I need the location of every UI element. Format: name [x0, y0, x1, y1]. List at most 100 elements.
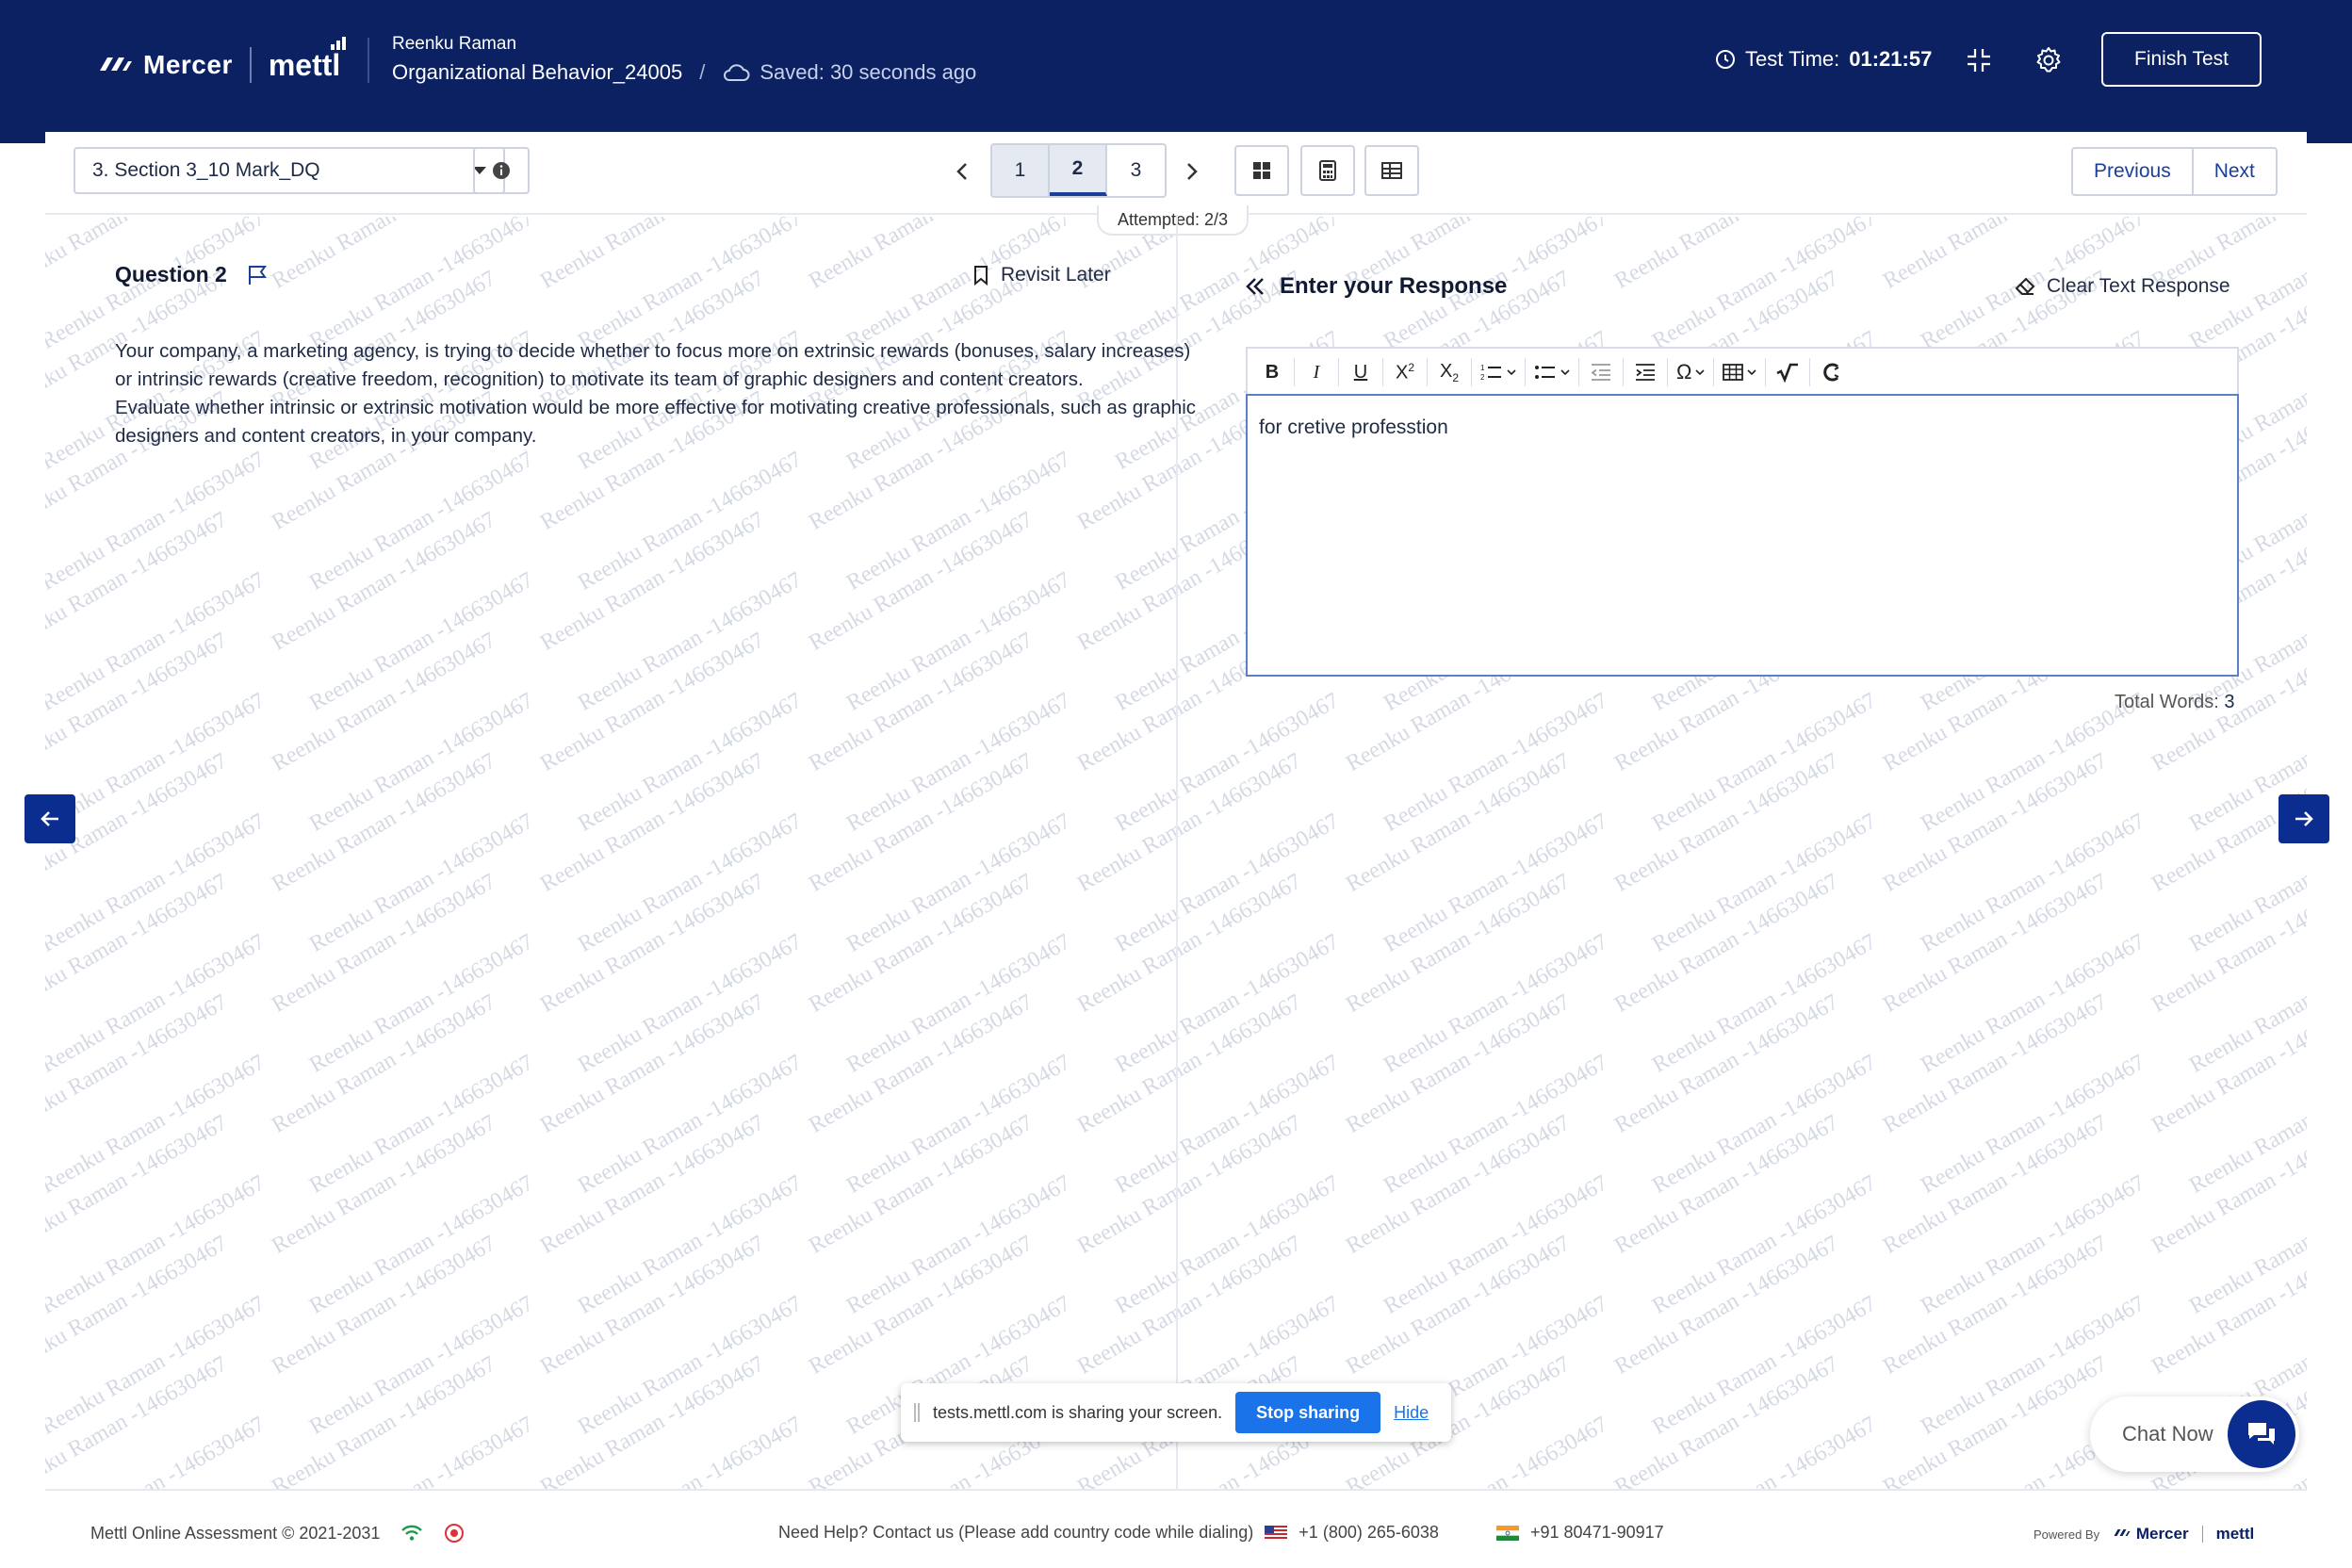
flag-icon[interactable] [246, 264, 269, 286]
watermark-text: Reenku Raman -146630467 [1879, 869, 2112, 1018]
page-button-3[interactable]: 3 [1107, 145, 1165, 196]
screen-share-message: tests.mettl.com is sharing your screen. [933, 1402, 1223, 1422]
watermark-text: Reenku Raman -146630467 [1073, 869, 1306, 1018]
previous-question-arrow[interactable] [24, 794, 75, 843]
clear-text-response-button[interactable]: Clear Text Response [2015, 275, 2230, 298]
watermark-text: Reenku Raman -146630467 [574, 1291, 807, 1440]
watermark-text: Reenku Raman -146630467 [536, 1110, 769, 1259]
next-question-arrow[interactable] [2278, 794, 2329, 843]
toolbar-separator [1471, 358, 1472, 386]
italic-button[interactable]: I [1298, 353, 1335, 391]
powered-by-mercer: Mercer [2113, 1525, 2189, 1544]
watermark-text: Reenku Raman -146630467 [268, 507, 500, 656]
superscript-button[interactable]: X2 [1386, 353, 1424, 391]
question-pager: 1 2 3 [990, 143, 1167, 198]
revisit-later-button[interactable]: Revisit Later [972, 264, 1111, 286]
chevron-down-icon [1560, 369, 1570, 376]
watermark-text: Reenku Raman -146630467 [1648, 808, 1881, 957]
toolbar-separator [1427, 358, 1428, 386]
watermark-text: Reenku Raman -146630467 [805, 989, 1037, 1138]
math-formula-button[interactable] [1769, 353, 1806, 391]
page-button-2[interactable]: 2 [1050, 145, 1107, 196]
insert-table-button[interactable] [1717, 353, 1762, 391]
mercer-mark-icon [2114, 1529, 2131, 1536]
grid-view-button[interactable] [1234, 145, 1289, 196]
header-divider [368, 38, 369, 83]
special-characters-button[interactable]: Ω [1671, 353, 1710, 391]
help-text: Need Help? Contact us (Please add countr… [778, 1523, 1254, 1542]
bold-button[interactable]: B [1253, 353, 1291, 391]
editor-toolbar: B I U X2 X2 1 2 Ω [1246, 347, 2239, 396]
stop-sharing-button[interactable]: Stop sharing [1235, 1392, 1381, 1433]
next-button[interactable]: Next [2194, 149, 2276, 194]
info-button[interactable] [473, 147, 530, 194]
chevron-right-icon [1187, 163, 1198, 180]
watermark-text: Reenku Raman -146630467 [1648, 217, 1881, 354]
minimize-icon[interactable] [1962, 43, 1996, 77]
arrow-right-icon [2295, 811, 2313, 826]
watermark-text: Reenku Raman -146630467 [842, 688, 1075, 837]
section-dropdown[interactable]: 3. Section 3_10 Mark_DQ [74, 147, 505, 194]
watermark-text: Reenku Raman -146630467 [536, 989, 769, 1138]
watermark-text: Reenku Raman -146630467 [1879, 748, 2112, 897]
watermark-text: Reenku Raman -146630467 [45, 1412, 270, 1489]
toolbar-separator [1338, 358, 1339, 386]
timer-label: Test Time: [1745, 47, 1840, 71]
watermark-text: Reenku Raman -146630467 [574, 1412, 807, 1489]
watermark-text: Reenku Raman -146630467 [1610, 1351, 1843, 1489]
watermark-text: Reenku Raman -146630467 [536, 217, 769, 294]
hide-link[interactable]: Hide [1394, 1403, 1429, 1423]
drag-handle[interactable] [914, 1403, 920, 1422]
watermark-text: Reenku Raman -146630467 [574, 808, 807, 957]
watermark-text: Reenku Raman -146630467 [842, 567, 1075, 716]
previous-button[interactable]: Previous [2073, 149, 2194, 194]
timer-value: 01:21:57 [1849, 47, 1933, 71]
watermark-text: Reenku Raman -146630467 [1879, 989, 2112, 1138]
page-button-1[interactable]: 1 [992, 145, 1050, 196]
bookmark-icon [974, 266, 988, 286]
response-header[interactable]: Enter your Response [1244, 273, 1507, 300]
watermark-text: Reenku Raman -146630467 [45, 1351, 232, 1489]
finish-test-button[interactable]: Finish Test [2101, 32, 2262, 87]
outdent-button[interactable] [1582, 353, 1620, 391]
chemistry-icon [1823, 363, 1839, 382]
square-root-icon [1776, 363, 1799, 383]
table-view-button[interactable] [1364, 145, 1419, 196]
indent-button[interactable] [1626, 353, 1664, 391]
watermark-text: Reenku Raman -146630467 [1073, 748, 1306, 897]
chat-now-label: Chat Now [2122, 1422, 2213, 1446]
footer-india-phone: +91 80471-90917 [1496, 1523, 1664, 1543]
watermark-text: Reenku Raman -146630467 [1073, 1110, 1306, 1259]
powered-by-label: Powered By [2034, 1527, 2100, 1542]
chemistry-button[interactable] [1813, 353, 1851, 391]
pager-next-arrow[interactable] [1178, 153, 1206, 190]
watermark-text: Reenku Raman -146630467 [45, 507, 232, 656]
pager-prev-arrow[interactable] [948, 153, 976, 190]
watermark-text: Reenku Raman -146630467 [1648, 1291, 1881, 1440]
chevron-down-icon [1507, 369, 1516, 376]
subscript-button[interactable]: X2 [1430, 353, 1468, 391]
watermark-text: Reenku Raman -146630467 [45, 688, 270, 837]
watermark-text: Reenku Raman -146630467 [2185, 1170, 2307, 1319]
calculator-button[interactable] [1300, 145, 1355, 196]
brand-logo: Mercer mettl [98, 36, 347, 89]
chat-now-button[interactable]: Chat Now [2090, 1396, 2299, 1472]
arrow-left-icon [41, 811, 58, 826]
question-paragraph-2: Evaluate whether intrinsic or extrinsic … [115, 397, 1197, 447]
watermark-text: Reenku Raman -146630467 [1342, 748, 1575, 897]
watermark-text: Reenku Raman -146630467 [1917, 929, 2149, 1078]
numbered-list-button[interactable]: 1 2 [1475, 353, 1522, 391]
watermark-text: Reenku Raman -146630467 [1610, 748, 1843, 897]
watermark-text: Reenku Raman -146630467 [536, 628, 769, 776]
underline-button[interactable]: U [1342, 353, 1380, 391]
settings-gear-icon[interactable] [2032, 43, 2066, 77]
bullet-list-button[interactable] [1528, 353, 1576, 391]
double-chevron-left-icon [1246, 278, 1264, 295]
watermark-text: Reenku Raman -146630467 [805, 1110, 1037, 1259]
response-text-editor[interactable]: for cretive professtion [1246, 394, 2239, 677]
watermark-text: Reenku Raman -146630467 [842, 447, 1075, 596]
eraser-icon [2015, 277, 2035, 295]
watermark-text: Reenku Raman -146630467 [842, 1170, 1075, 1319]
watermark-text: Reenku Raman -146630467 [574, 447, 807, 596]
watermark-text: Reenku Raman -146630467 [805, 869, 1037, 1018]
